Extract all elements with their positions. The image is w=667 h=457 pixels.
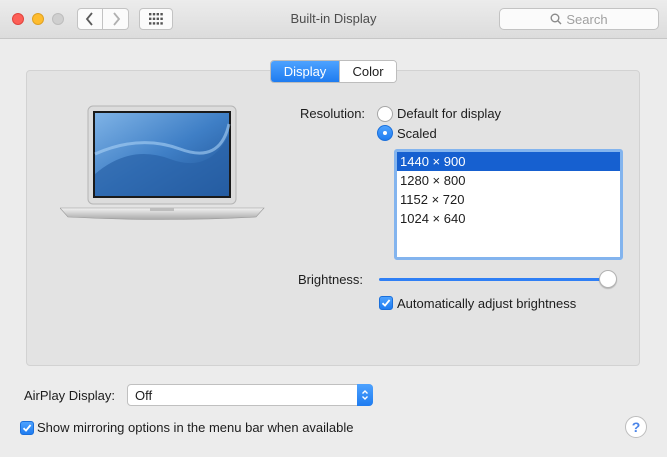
- mirroring-label: Show mirroring options in the menu bar w…: [37, 420, 354, 435]
- radio-scaled-label: Scaled: [397, 126, 437, 141]
- radio-default-for-display[interactable]: [377, 106, 393, 122]
- help-button[interactable]: ?: [625, 416, 647, 438]
- search-field[interactable]: Search: [499, 8, 659, 30]
- airplay-label: AirPlay Display:: [24, 388, 116, 403]
- up-down-chevron-icon: [357, 384, 373, 406]
- airplay-popup[interactable]: Off: [127, 384, 373, 406]
- radio-default-label: Default for display: [397, 106, 502, 121]
- brightness-label: Brightness:: [298, 272, 364, 287]
- resolution-label: Resolution:: [300, 106, 366, 121]
- resolution-item[interactable]: 1440 × 900: [397, 152, 620, 171]
- search-placeholder: Search: [566, 11, 608, 27]
- auto-brightness-checkbox[interactable]: [379, 296, 393, 310]
- resolution-list[interactable]: 1440 × 900 1280 × 800 1152 × 720 1024 × …: [394, 149, 623, 260]
- auto-brightness-label: Automatically adjust brightness: [397, 296, 577, 311]
- tab-display[interactable]: Display: [271, 61, 339, 82]
- resolution-item[interactable]: 1152 × 720: [397, 190, 620, 209]
- search-icon: [550, 13, 562, 25]
- laptop-icon: [60, 105, 265, 220]
- checkmark-icon: [381, 299, 391, 307]
- brightness-slider-knob[interactable]: [599, 270, 617, 288]
- checkmark-icon: [22, 424, 32, 432]
- brightness-slider-track[interactable]: [379, 278, 610, 281]
- tab-bar: Display Color: [270, 60, 397, 83]
- resolution-item[interactable]: 1024 × 640: [397, 209, 620, 228]
- tab-color[interactable]: Color: [339, 61, 396, 82]
- radio-scaled[interactable]: [377, 125, 393, 141]
- airplay-value: Off: [135, 388, 153, 403]
- title-bar: Built-in Display Search: [0, 0, 667, 39]
- mirroring-checkbox[interactable]: [20, 421, 34, 435]
- resolution-item[interactable]: 1280 × 800: [397, 171, 620, 190]
